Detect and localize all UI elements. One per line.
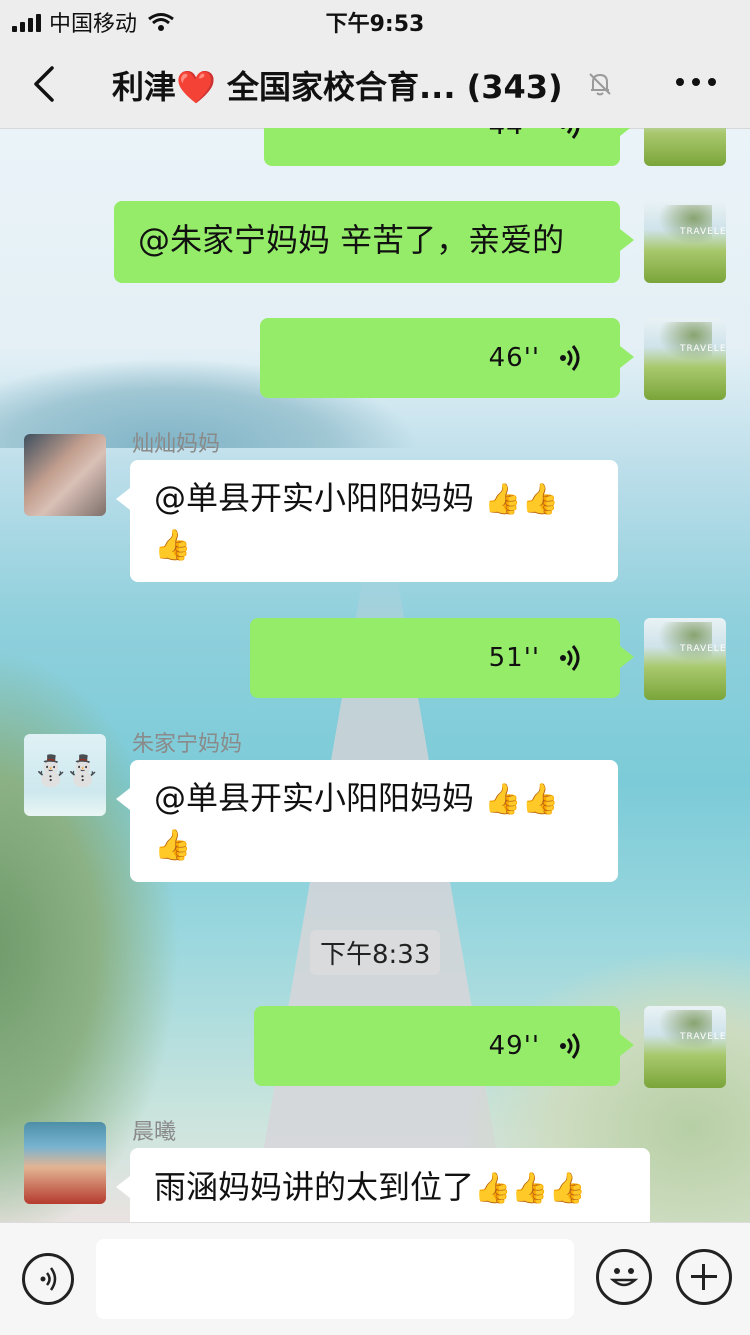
text-message[interactable]: @单县开实小阳阳妈妈 👍👍 👍: [116, 760, 618, 882]
message-text: @朱家宁妈妈 辛苦了，亲爱的: [138, 221, 565, 259]
avatar[interactable]: TRAVELER: [644, 318, 726, 400]
avatar[interactable]: [24, 434, 106, 516]
message-timestamp: 下午8:33: [310, 930, 441, 975]
voice-message[interactable]: 49'': [254, 1006, 634, 1086]
thumbs-up-emoji: 👍👍: [484, 782, 559, 817]
message-text: 雨涵妈妈讲的太到位了: [154, 1168, 475, 1206]
ellipsis-icon[interactable]: [676, 78, 716, 86]
title-name: 利津: [112, 68, 177, 106]
member-count: (343): [466, 68, 563, 106]
text-message[interactable]: @单县开实小阳阳妈妈 👍👍 👍: [116, 460, 618, 582]
voice-duration: 49'': [488, 1031, 540, 1061]
chat-header: 利津❤️ 全国家校合育... (343): [0, 40, 750, 129]
voice-icon: [560, 645, 580, 671]
avatar[interactable]: TRAVELER: [644, 201, 726, 283]
avatar[interactable]: ⛄ ⛄: [24, 734, 106, 816]
chat-messages[interactable]: 44'' TRAVELER @朱家宁妈妈 辛苦了，亲爱的 TRAVELER 46…: [0, 128, 750, 1222]
sender-name: 灿灿妈妈: [132, 432, 221, 457]
thumbs-up-emoji: 👍👍: [484, 482, 559, 517]
title-rest: 全国家校合育...: [227, 68, 456, 106]
heart-emoji: ❤️: [176, 68, 216, 106]
avatar[interactable]: [24, 1122, 106, 1204]
avatar[interactable]: TRAVELER: [644, 1006, 726, 1088]
text-message[interactable]: 雨涵妈妈讲的太到位了👍👍👍: [116, 1148, 650, 1222]
voice-duration: 51'': [488, 643, 540, 673]
bell-off-icon: [589, 73, 611, 96]
voice-icon: [560, 1033, 580, 1059]
voice-message[interactable]: 46'': [260, 318, 634, 398]
voice-icon: [560, 345, 580, 371]
thumbs-up-emoji: 👍: [154, 528, 192, 563]
plus-icon[interactable]: [676, 1249, 732, 1305]
voice-input-button[interactable]: [22, 1253, 74, 1305]
emoji-button[interactable]: [596, 1249, 652, 1305]
thumbs-up-emoji: 👍: [154, 828, 192, 863]
status-time: 下午9:53: [325, 12, 425, 37]
page-title[interactable]: 利津❤️ 全国家校合育... (343): [112, 62, 563, 108]
voice-duration: 46'': [488, 343, 540, 373]
voice-icon: [40, 1267, 57, 1291]
status-bar: 中国移动 下午9:53: [0, 0, 750, 40]
smile-icon: [609, 1268, 639, 1287]
message-text: @单县开实小阳阳妈妈: [154, 479, 475, 517]
avatar[interactable]: TRAVELER: [644, 618, 726, 700]
sender-name: 朱家宁妈妈: [132, 732, 243, 757]
input-bar: [0, 1222, 750, 1335]
thumbs-up-emoji: 👍👍👍: [474, 1171, 587, 1206]
sender-name: 晨曦: [132, 1120, 177, 1145]
chevron-left-icon[interactable]: [26, 62, 66, 106]
snowman-icon: ⛄: [64, 754, 102, 789]
avatar[interactable]: TRAVELER: [644, 128, 726, 166]
message-text: @单县开实小阳阳妈妈: [154, 779, 475, 817]
voice-duration: 44'': [489, 128, 540, 141]
voice-message[interactable]: 44'': [264, 128, 634, 166]
text-message[interactable]: @朱家宁妈妈 辛苦了，亲爱的: [114, 201, 634, 283]
message-input[interactable]: [96, 1239, 574, 1319]
voice-message[interactable]: 51'': [250, 618, 634, 698]
voice-icon: [560, 128, 580, 139]
